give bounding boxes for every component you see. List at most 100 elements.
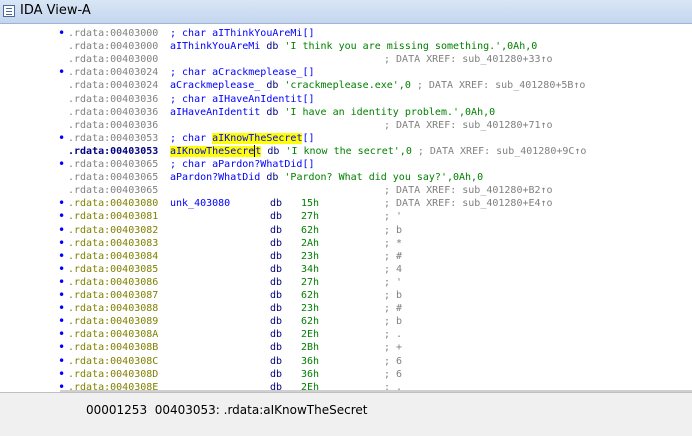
- directive: db: [261, 145, 286, 157]
- listing-line[interactable]: .rdata:00403036 ; char aIHaveAnIdentit[]: [0, 93, 692, 107]
- data-xref[interactable]: ; DATA XREF: sub_401280+71↑o: [384, 119, 553, 133]
- byte-comment: ; ': [384, 276, 403, 288]
- listing-line[interactable]: .rdata:00403024 aCrackmeplease_ db 'crack…: [0, 79, 692, 93]
- listing-line[interactable]: • .rdata:00403080 unk_403080 db 15h ; DATA XR…: [0, 197, 692, 211]
- directive: db: [260, 41, 285, 53]
- breakpoint-bullet-icon: •: [58, 157, 66, 171]
- listing-line[interactable]: • .rdata:0040308B db 2Bh ; +: [0, 341, 692, 355]
- mnemonic: db: [270, 329, 283, 341]
- listing-line[interactable]: • .rdata:00403024 ; char aCrackmeplease_[]: [0, 66, 692, 80]
- operand: 62h: [301, 290, 320, 301]
- line-address: .rdata:00403083: [68, 237, 159, 249]
- string-label[interactable]: aIThinkYouAreMi: [170, 41, 260, 52]
- listing-line[interactable]: .rdata:00403065 aPardon?WhatDid db 'Pardo…: [0, 171, 692, 185]
- breakpoint-bullet-icon: •: [58, 340, 66, 355]
- listing-line[interactable]: • .rdata:00403083 db 2Ah ; *: [0, 237, 692, 251]
- string-literal: 'Pardon? What did you say?',0Ah,0: [284, 172, 484, 184]
- mnemonic: db: [270, 237, 283, 249]
- mnemonic: db: [270, 276, 283, 288]
- line-address: .rdata:0040308C: [68, 355, 159, 367]
- view-window-icon: [3, 5, 15, 17]
- line-address: .rdata:00403036: [68, 93, 159, 105]
- listing-line[interactable]: • .rdata:00403000 ; char aIThinkYouAreMi[]: [0, 27, 692, 41]
- byte-comment: ; 6: [384, 355, 403, 367]
- line-body: aCrackmeplease_ db 'crackmeplease.exe',0…: [170, 79, 585, 93]
- breakpoint-bullet-icon: •: [58, 130, 66, 145]
- line-address: .rdata:00403065: [68, 172, 159, 184]
- listing-line[interactable]: .rdata:00403036 aIHaveAnIdentit db 'I hav…: [0, 106, 692, 120]
- data-xref[interactable]: ; DATA XREF: sub_401280+9C↑o: [412, 146, 587, 157]
- breakpoint-bullet-icon: •: [58, 327, 66, 342]
- breakpoint-bullet-icon: •: [58, 209, 66, 224]
- listing-line[interactable]: • .rdata:0040308D db 36h ; 6: [0, 368, 692, 382]
- byte-comment: ; b: [384, 316, 403, 328]
- line-address: .rdata:0040308D: [68, 368, 159, 380]
- byte-comment: ; 4: [384, 263, 403, 275]
- listing-line[interactable]: • .rdata:00403088 db 23h ; #: [0, 302, 692, 316]
- breakpoint-bullet-icon: •: [58, 314, 66, 329]
- mnemonic: db: [270, 316, 283, 328]
- line-address: .rdata:00403085: [68, 263, 159, 275]
- highlighted-identifier[interactable]: aIKnowTheSecret: [212, 132, 303, 144]
- string-literal: 'crackmeplease.exe',0: [284, 80, 411, 92]
- listing-line[interactable]: .rdata:00403000 aIThinkYouAreMi db 'I thi…: [0, 40, 692, 54]
- listing-line[interactable]: • .rdata:00403085 db 34h ; 4: [0, 263, 692, 277]
- data-xref[interactable]: ; DATA XREF: sub_401280+33↑o: [384, 53, 553, 67]
- line-address: .rdata:00403086: [68, 276, 159, 288]
- line-body: aIKnowTheSecret db 'I know the secret',0…: [170, 144, 587, 159]
- highlighted-identifier[interactable]: aIKnowTheSecre: [170, 145, 255, 157]
- line-address: .rdata:00403080: [68, 198, 159, 210]
- string-label[interactable]: aCrackmeplease_: [170, 80, 260, 91]
- listing-line[interactable]: • .rdata:00403084 db 23h ; #: [0, 250, 692, 264]
- line-comment: ; char: [170, 132, 213, 144]
- operand: 2Eh: [301, 329, 320, 341]
- data-xref[interactable]: ; DATA XREF: sub_401280+5B↑o: [411, 80, 586, 91]
- directive: db: [260, 172, 285, 184]
- listing-line[interactable]: • .rdata:00403082 db 62h ; b: [0, 224, 692, 238]
- line-body: aIThinkYouAreMi db 'I think you are miss…: [170, 40, 537, 54]
- listing-line[interactable]: • .rdata:0040308A db 2Eh ; .: [0, 328, 692, 342]
- line-address: .rdata:00403089: [68, 316, 159, 328]
- listing-line[interactable]: • .rdata:00403089 db 62h ; b: [0, 315, 692, 329]
- listing-line[interactable]: .rdata:00403053 aIKnowTheSecret db 'I kno…: [0, 144, 692, 159]
- listing-line[interactable]: .rdata:00403065 ; DATA XREF: sub_401280+B…: [0, 184, 692, 198]
- listing-line[interactable]: • .rdata:0040308C db 36h ; 6: [0, 355, 692, 369]
- breakpoint-bullet-icon: •: [58, 222, 66, 237]
- mnemonic: db: [270, 211, 283, 223]
- line-body: ; char aIHaveAnIdentit[]: [170, 93, 315, 107]
- title-bar: IDA View-A: [0, 0, 692, 24]
- listing-line[interactable]: .rdata:00403000 ; DATA XREF: sub_401280+3…: [0, 53, 692, 67]
- listing-line[interactable]: • .rdata:00403065 ; char aPardon?WhatDid[]: [0, 158, 692, 172]
- line-body: ; char aIThinkYouAreMi[]: [170, 27, 315, 41]
- byte-comment: ; DATA XREF: sub_401280+E4↑o: [384, 198, 553, 210]
- operand: 23h: [301, 250, 320, 262]
- breakpoint-bullet-icon: •: [58, 261, 66, 276]
- data-xref[interactable]: ; DATA XREF: sub_401280+B2↑o: [384, 184, 553, 198]
- string-literal: 'I know the secret',0: [285, 145, 412, 157]
- listing-line[interactable]: • .rdata:00403081 db 27h ; ': [0, 210, 692, 224]
- line-body: aPardon?WhatDid db 'Pardon? What did you…: [170, 171, 483, 185]
- disassembly-listing[interactable]: • .rdata:00403000; char aIThinkYouAreMi[]…: [0, 24, 692, 406]
- line-address: .rdata:00403053: [68, 145, 159, 157]
- line-address: .rdata:00403065: [68, 185, 159, 197]
- byte-comment: ; ': [384, 211, 403, 223]
- listing-line[interactable]: • .rdata:00403086 db 27h ; ': [0, 276, 692, 290]
- breakpoint-bullet-icon: •: [58, 274, 66, 289]
- line-body: ; char aIKnowTheSecret[]: [170, 132, 315, 146]
- string-label[interactable]: aIHaveAnIdentit: [170, 107, 260, 118]
- line-body: ; char aCrackmeplease_[]: [170, 66, 315, 80]
- listing-line[interactable]: • .rdata:00403087 db 62h ; b: [0, 289, 692, 303]
- byte-comment: ; *: [384, 237, 403, 249]
- byte-comment: ; b: [384, 224, 403, 236]
- line-address: .rdata:00403000: [68, 54, 159, 66]
- operand: 27h: [301, 211, 320, 223]
- line-body: ; char aPardon?WhatDid[]: [170, 158, 315, 172]
- byte-comment: ; +: [384, 342, 403, 354]
- byte-comment: ; #: [384, 250, 403, 262]
- string-label[interactable]: aPardon?WhatDid: [170, 172, 260, 183]
- line-address: .rdata:00403036: [68, 119, 159, 131]
- byte-comment: ; 6: [384, 368, 403, 380]
- data-label[interactable]: unk_403080: [170, 197, 230, 211]
- listing-line[interactable]: .rdata:00403036 ; DATA XREF: sub_401280+7…: [0, 119, 692, 133]
- listing-line[interactable]: • .rdata:00403053 ; char aIKnowTheSecret[]: [0, 132, 692, 146]
